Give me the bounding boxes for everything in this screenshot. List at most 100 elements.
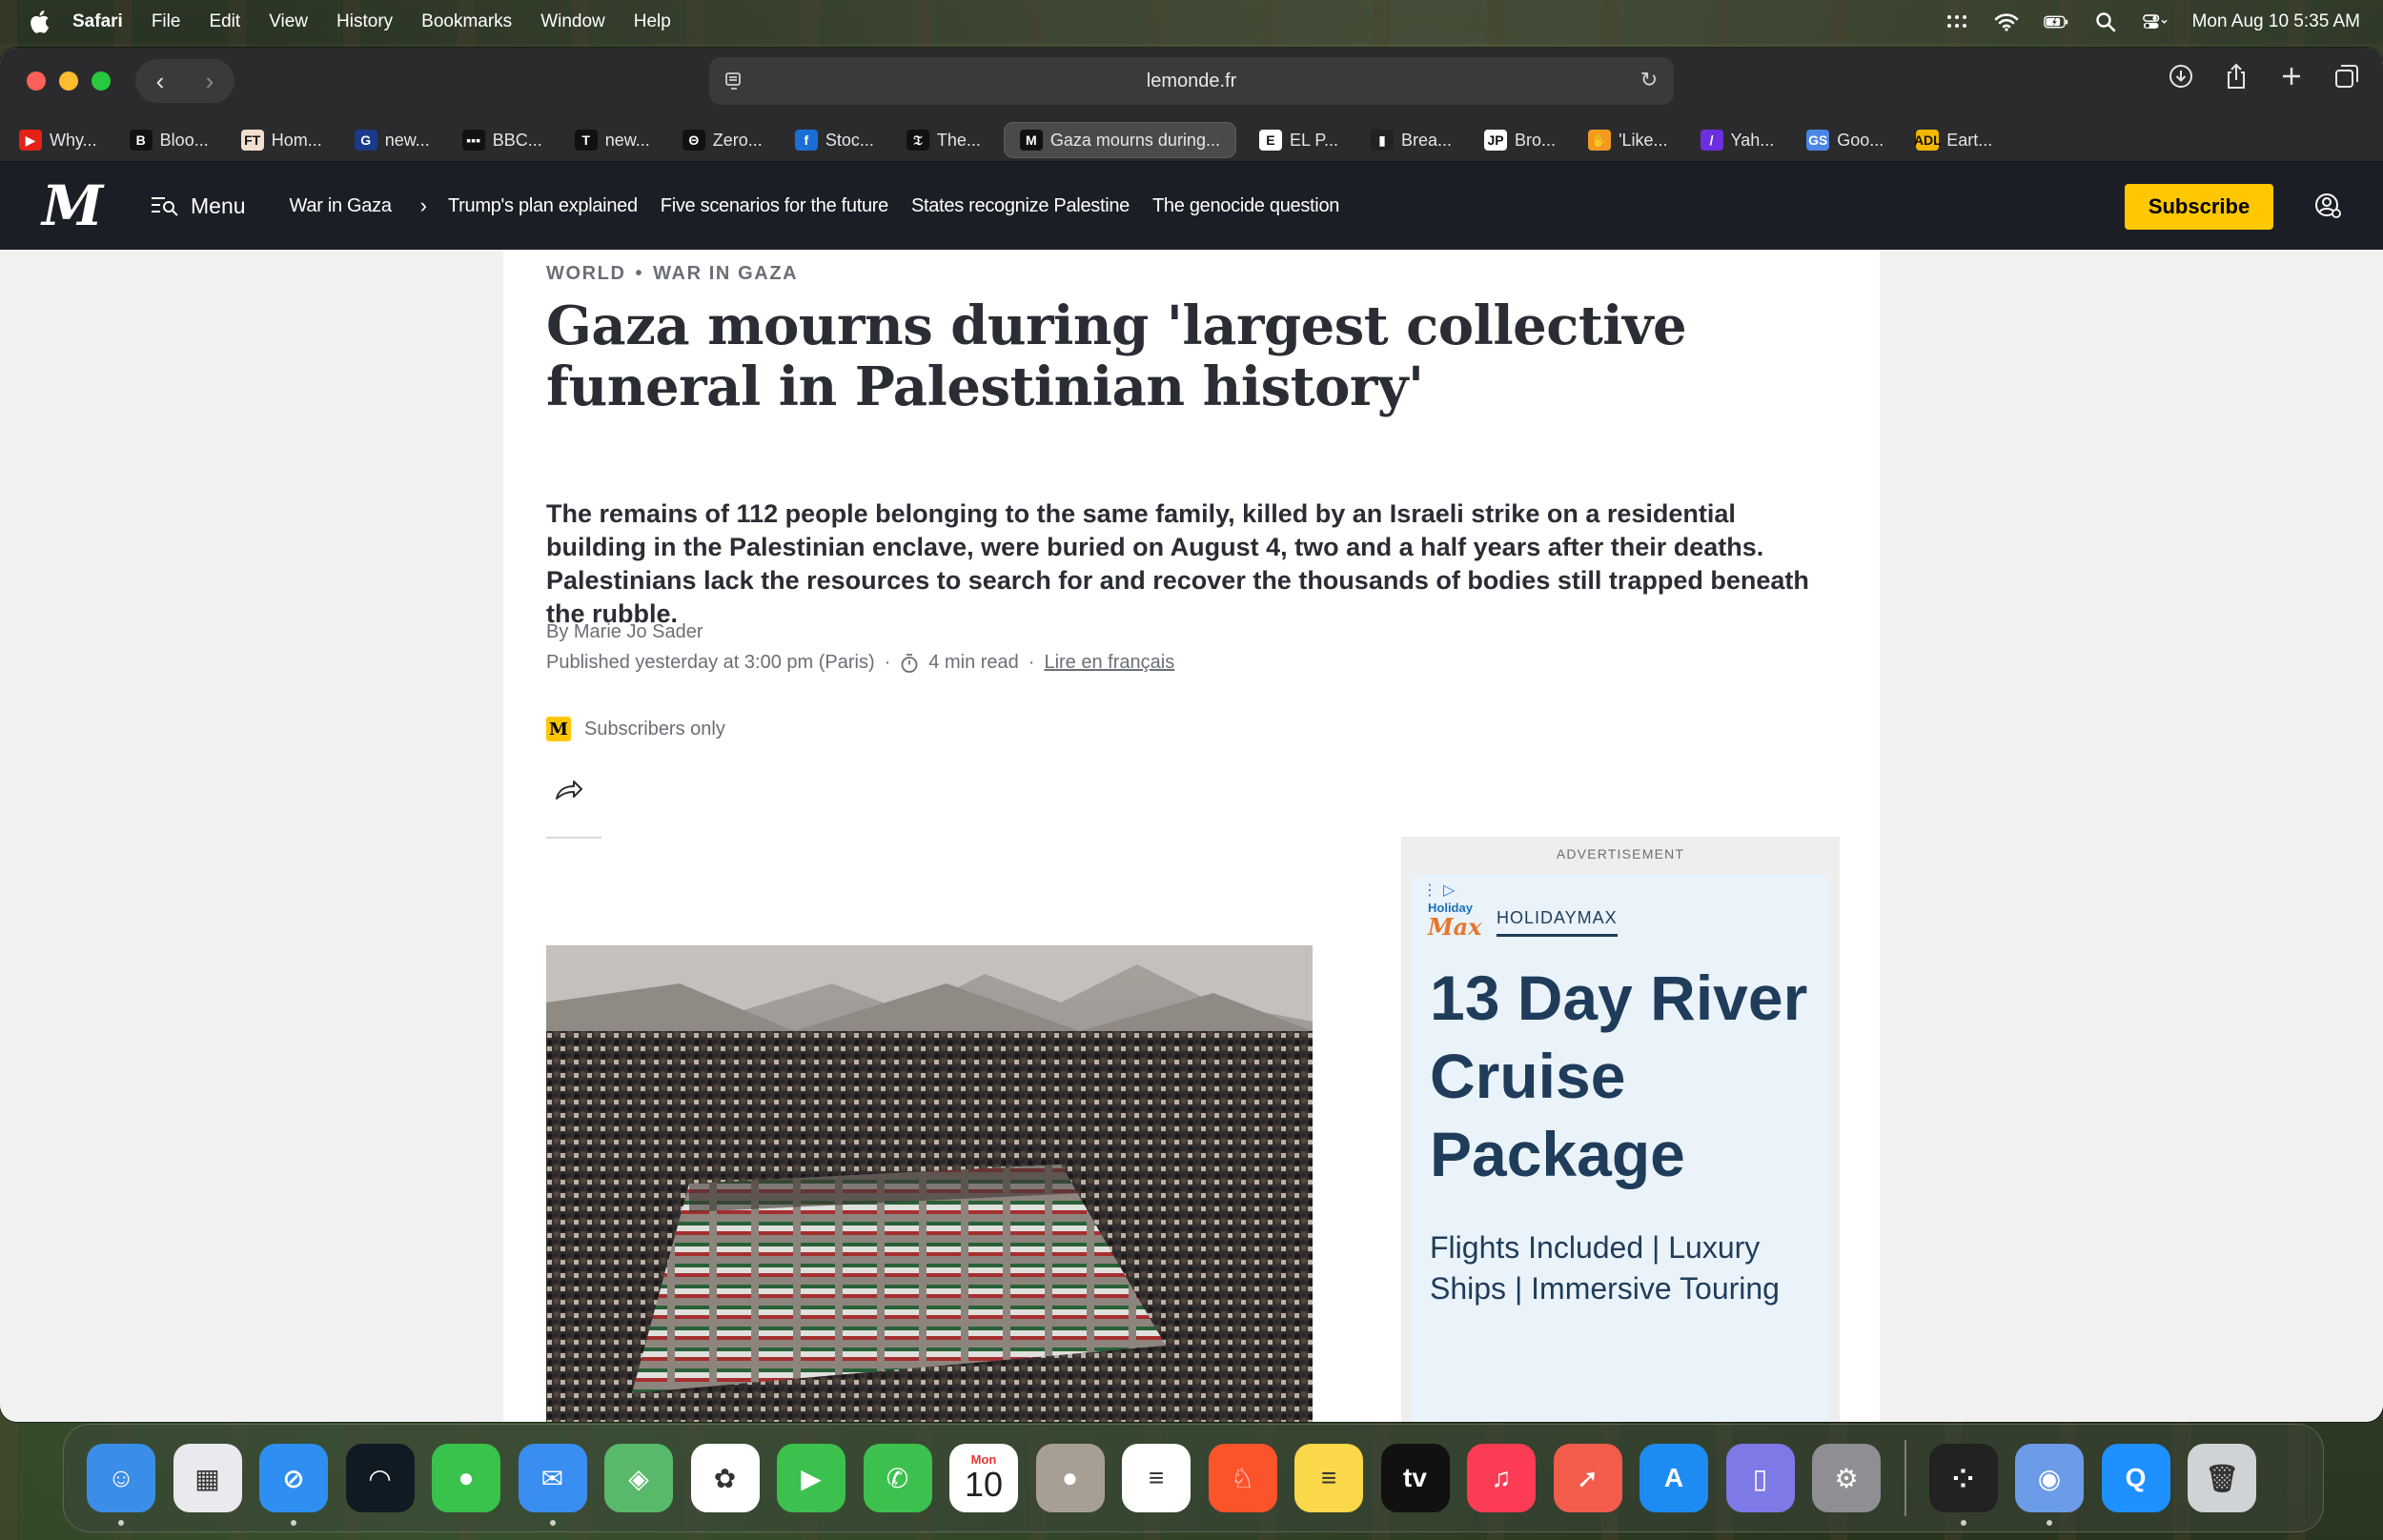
dots-grid-icon[interactable] [1945, 11, 1969, 32]
menu-history[interactable]: History [336, 11, 393, 32]
lemonde-logo[interactable]: M [42, 177, 103, 234]
forward-button[interactable]: › [206, 69, 214, 93]
window-controls [27, 71, 111, 91]
menu-button[interactable]: Menu [151, 193, 246, 219]
browser-tab[interactable]: ▶ Why... [10, 122, 107, 158]
dock-launchpad-icon[interactable]: ▦ [173, 1444, 242, 1512]
dock-phone-icon[interactable]: ✆ [863, 1444, 932, 1512]
zoom-window-button[interactable] [92, 71, 111, 91]
dock-maps-icon[interactable]: ◈ [604, 1444, 673, 1512]
browser-tab[interactable]: M Gaza mourns during... [1003, 122, 1236, 158]
dock-mail-icon[interactable]: ✉ [518, 1444, 587, 1526]
browser-tab[interactable]: Gnew... [345, 122, 439, 158]
nav-link-genocide-question[interactable]: The genocide question [1152, 195, 1339, 217]
browser-tab[interactable]: / Yah... [1691, 122, 1784, 158]
share-article-icon[interactable] [553, 776, 583, 802]
dock-facetime-icon[interactable]: ▶ [777, 1444, 845, 1512]
browser-tab[interactable]: E EL P... [1250, 122, 1348, 158]
menu-bar: Safari File Edit View History Bookmarks … [0, 0, 2383, 44]
menu-help[interactable]: Help [634, 11, 671, 32]
browser-tab[interactable]: ADL Eart... [1906, 122, 2002, 158]
kicker-subsection-link[interactable]: WAR IN GAZA [653, 263, 798, 284]
browser-tab[interactable]: Θ Zero... [673, 122, 772, 158]
menu-view[interactable]: View [269, 11, 308, 32]
article-byline[interactable]: By Marie Jo Sader [546, 621, 703, 643]
new-tab-icon[interactable] [2278, 63, 2305, 90]
browser-tab[interactable]: ✋ 'Like... [1578, 122, 1677, 158]
menu-window[interactable]: Window [540, 11, 605, 32]
browser-tab[interactable]: JP Bro... [1475, 122, 1565, 158]
downloads-icon[interactable] [2168, 63, 2194, 90]
tab-favicon-icon: f [794, 130, 818, 151]
dock-app-grid-icon[interactable]: ⁘ [1928, 1444, 1998, 1526]
dock-disk-utility-icon[interactable]: ◉ [2015, 1444, 2084, 1526]
menu-clock[interactable]: Mon Aug 10 5:35 AM [2192, 11, 2360, 32]
dock-messages-icon[interactable]: ● [432, 1444, 500, 1512]
browser-tab[interactable]: f Stoc... [785, 122, 884, 158]
adchoices-icon[interactable]: ⋮ ▷ [1422, 881, 1455, 900]
safari-window: ‹ › lemonde.fr ↻ ▶ Why... B Bloo... FT Hom [0, 48, 2383, 1422]
menu-app-name[interactable]: Safari [72, 11, 123, 32]
tab-label: Yah... [1730, 130, 1775, 150]
back-button[interactable]: ‹ [156, 69, 165, 93]
ad-creative[interactable]: ⋮ ▷ Holiday Max HOLIDAYMAX 13 Day River C… [1413, 875, 1828, 1422]
dock-finder-icon[interactable]: ☺ [87, 1444, 155, 1526]
menu-edit[interactable]: Edit [209, 11, 240, 32]
nav-link-states-recognize[interactable]: States recognize Palestine [911, 195, 1130, 217]
kicker-section-link[interactable]: WORLD [546, 263, 626, 284]
browser-tab[interactable]: ▪▪▪ BBC... [453, 122, 552, 158]
page-menu-icon[interactable] [723, 70, 745, 92]
subscribe-button[interactable]: Subscribe [2125, 184, 2273, 230]
browser-tab[interactable]: 𝔗 The... [897, 122, 990, 158]
dock-contacts-icon[interactable]: ● [1035, 1444, 1105, 1512]
dock-iphone-mirroring-icon[interactable]: ▯ [1725, 1444, 1795, 1512]
dock-rocket-icon[interactable]: ➚ [1553, 1444, 1622, 1512]
apple-menu-icon[interactable] [27, 10, 51, 34]
close-window-button[interactable] [27, 71, 46, 91]
battery-icon[interactable] [2043, 11, 2068, 32]
browser-tab[interactable]: Tnew... [565, 122, 660, 158]
tab-label: new... [384, 130, 430, 150]
dock-apple-tv-icon[interactable]: tv [1380, 1444, 1450, 1512]
account-icon[interactable] [2314, 192, 2343, 221]
article-photo[interactable] [546, 945, 1313, 1422]
calendar-day-label: 10 [964, 1465, 1004, 1504]
minimize-window-button[interactable] [59, 71, 78, 91]
control-center-icon[interactable] [2142, 11, 2168, 32]
lire-en-francais-link[interactable]: Lire en français [1044, 652, 1174, 674]
tab-favicon-icon: B [129, 130, 153, 151]
spotlight-search-icon[interactable] [2093, 11, 2118, 32]
dock-safari-icon[interactable]: ⊘ [259, 1444, 328, 1526]
wifi-icon[interactable] [1994, 11, 2019, 32]
dock-reminders-icon[interactable]: ≡ [1122, 1444, 1191, 1512]
dock-system-settings-icon[interactable]: ⚙ [1812, 1444, 1881, 1512]
dock-music-icon[interactable]: ♫ [1467, 1444, 1536, 1512]
browser-tab[interactable]: ▮ Brea... [1361, 122, 1461, 158]
browser-tab[interactable]: FT Hom... [232, 122, 332, 158]
menu-bookmarks[interactable]: Bookmarks [421, 11, 512, 32]
advertisement: ADVERTISEMENT ⋮ ▷ Holiday Max HOLIDAYMAX … [1401, 837, 1840, 1422]
dock-trash-icon[interactable]: 🗑 [2188, 1444, 2256, 1512]
nav-link-five-scenarios[interactable]: Five scenarios for the future [661, 195, 889, 217]
dock-podcasts-like-icon[interactable]: ◠ [345, 1444, 415, 1512]
dock-app-store-icon[interactable]: A [1640, 1444, 1708, 1512]
dock-calendar-icon[interactable]: Mon 10 [949, 1444, 1018, 1512]
nav-link-trumps-plan[interactable]: Trump's plan explained [448, 195, 638, 217]
address-bar[interactable]: lemonde.fr ↻ [709, 57, 1674, 105]
browser-tab[interactable]: B Bloo... [120, 122, 218, 158]
nav-war-in-gaza[interactable]: War in Gaza [290, 195, 392, 217]
tab-overview-icon[interactable] [2333, 63, 2360, 90]
menu-file[interactable]: File [152, 11, 181, 32]
dock-notes-icon[interactable]: ≡ [1294, 1444, 1363, 1512]
reload-icon[interactable]: ↻ [1638, 69, 1660, 91]
dock-brave-icon[interactable]: ♘ [1208, 1444, 1277, 1512]
ad-brand[interactable]: Holiday Max HOLIDAYMAX [1428, 902, 1618, 943]
subscribers-only-badge: M Subscribers only [546, 717, 725, 741]
share-icon[interactable] [2223, 63, 2250, 90]
stopwatch-icon [901, 653, 918, 673]
article-meta: Published yesterday at 3:00 pm (Paris) ·… [546, 652, 1174, 674]
dock-photos-icon[interactable]: ✿ [690, 1444, 760, 1512]
browser-tab[interactable]: GS Goo... [1797, 122, 1893, 158]
lemonde-nav: M Menu War in Gaza › Trump's plan explai… [0, 162, 2383, 250]
dock-quickq-icon[interactable]: Q [2101, 1444, 2170, 1512]
